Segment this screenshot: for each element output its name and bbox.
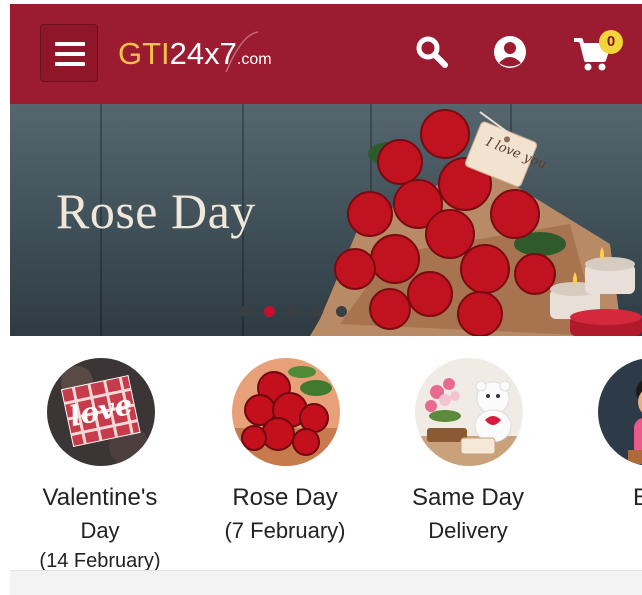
cart-count-badge: 0 (599, 30, 623, 54)
carousel-dot[interactable] (312, 306, 323, 317)
rose-bouquet-image (310, 109, 642, 336)
category-label: Birt (633, 484, 642, 511)
menu-button[interactable] (40, 24, 98, 82)
logo-24: 24 (169, 36, 205, 71)
category-image-rose-day (232, 358, 340, 466)
bottom-strip (10, 570, 642, 595)
search-button[interactable] (414, 34, 450, 75)
category-label: Rose Day (232, 484, 338, 511)
category-label: Day (80, 518, 120, 543)
category-carousel: love Valentine's Day (14 February) Rose … (0, 336, 642, 570)
logo-x: x (204, 36, 220, 71)
user-account-icon (494, 36, 526, 68)
category-label: Same Day (411, 484, 525, 511)
carousel-dot-active[interactable] (264, 306, 275, 317)
top-header: GTI24x7.com 0 (10, 4, 642, 104)
category-image-same-day (415, 358, 523, 466)
search-icon (416, 36, 448, 68)
carousel-dot[interactable] (240, 306, 251, 317)
category-label: G (566, 518, 642, 544)
category-sublabel: (14 February) (39, 550, 161, 570)
logo-swoosh-icon (225, 31, 259, 73)
carousel-dot[interactable] (336, 306, 347, 317)
carousel-dot[interactable] (288, 306, 299, 317)
category-image-valentines: love (47, 358, 155, 466)
category-sublabel: (7 February) (224, 518, 346, 543)
category-label: Valentine's (42, 484, 158, 511)
category-label: Delivery (428, 518, 508, 543)
user-account-button[interactable] (492, 34, 528, 75)
site-logo[interactable]: GTI24x7.com (118, 31, 272, 74)
hero-banner[interactable]: Rose Day I love you (10, 104, 642, 336)
category-image-birthday (598, 358, 642, 466)
logo-gti: GTI (118, 36, 170, 71)
